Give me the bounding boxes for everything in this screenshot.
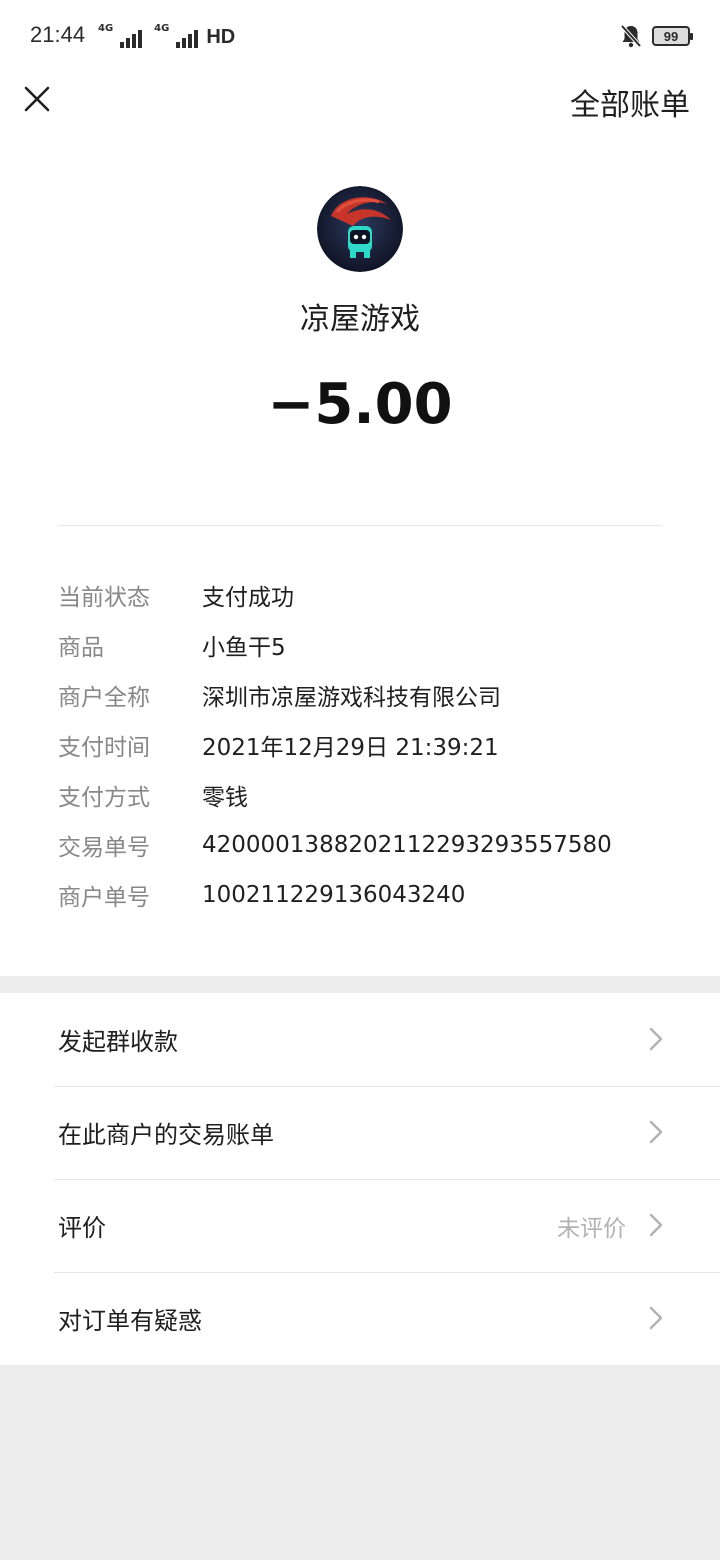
menu-item-review[interactable]: 评价 未评价 [0, 1179, 720, 1272]
detail-value[interactable]: 100211229136043240 [202, 882, 465, 908]
detail-row-transaction-id: 交易单号 4200001388202112293293557580 [58, 820, 678, 870]
menu-item-label: 对订单有疑惑 [58, 1307, 202, 1335]
detail-key: 商户单号 [58, 885, 150, 911]
hd-voice-indicator: HD [206, 26, 236, 48]
nav-bar: 全部账单 [0, 72, 720, 144]
menu-item-group-collect[interactable]: 发起群收款 [0, 993, 720, 1086]
detail-row-product: 商品 小鱼干5 [58, 620, 678, 670]
menu-item-label: 评价 [58, 1214, 106, 1242]
detail-value: 2021年12月29日 21:39:21 [202, 735, 499, 761]
chevron-right-icon [649, 1213, 663, 1237]
chevron-right-icon [649, 1306, 663, 1330]
detail-value: 零钱 [202, 785, 248, 811]
divider [58, 525, 662, 526]
battery-level: 99 [663, 28, 679, 44]
close-icon[interactable] [20, 82, 54, 116]
detail-value: 小鱼干5 [202, 635, 286, 661]
status-bar: 21:44 4G 4G HD 99 [0, 0, 720, 72]
battery-icon: 99 [652, 26, 693, 46]
transaction-amount: −5.00 [267, 372, 453, 437]
transaction-details: 当前状态 支付成功 商品 小鱼干5 商户全称 深圳市凉屋游戏科技有限公司 支付时… [58, 570, 678, 920]
detail-value: 深圳市凉屋游戏科技有限公司 [202, 685, 501, 711]
detail-value[interactable]: 4200001388202112293293557580 [202, 832, 612, 858]
transaction-card: 凉屋游戏 −5.00 当前状态 支付成功 商品 小鱼干5 商户全称 深圳市凉屋游… [0, 144, 720, 976]
network-type-1: 4G [98, 23, 114, 34]
detail-row-merchant-order-id: 商户单号 100211229136043240 [58, 870, 678, 920]
menu-item-merchant-bills[interactable]: 在此商户的交易账单 [0, 1086, 720, 1179]
chevron-right-icon [649, 1027, 663, 1051]
detail-key: 商户全称 [58, 685, 150, 711]
detail-value: 支付成功 [202, 585, 294, 611]
network-type-2: 4G [154, 23, 170, 34]
signal-bars-2-icon [176, 28, 199, 48]
detail-key: 交易单号 [58, 835, 150, 861]
menu-item-label: 发起群收款 [58, 1028, 178, 1056]
chevron-right-icon [649, 1120, 663, 1144]
all-bills-link[interactable]: 全部账单 [570, 80, 690, 124]
detail-row-status: 当前状态 支付成功 [58, 570, 678, 620]
bell-muted-icon [620, 24, 642, 48]
menu-item-label: 在此商户的交易账单 [58, 1121, 274, 1149]
status-time: 21:44 [30, 22, 86, 47]
detail-row-merchant-fullname: 商户全称 深圳市凉屋游戏科技有限公司 [58, 670, 678, 720]
detail-key: 支付方式 [58, 785, 150, 811]
detail-key: 当前状态 [58, 585, 150, 611]
action-menu: 发起群收款 在此商户的交易账单 评价 未评价 对订单有疑惑 [0, 993, 720, 1365]
status-right: 99 [620, 24, 693, 48]
review-status: 未评价 [557, 1216, 626, 1242]
detail-row-payment-method: 支付方式 零钱 [58, 770, 678, 820]
detail-row-payment-time: 支付时间 2021年12月29日 21:39:21 [58, 720, 678, 770]
signal-indicators: 4G 4G HD [98, 22, 235, 48]
signal-bars-1-icon [120, 28, 143, 48]
detail-key: 支付时间 [58, 735, 150, 761]
merchant-avatar [317, 186, 403, 272]
menu-item-order-question[interactable]: 对订单有疑惑 [0, 1272, 720, 1365]
merchant-name: 凉屋游戏 [300, 302, 420, 337]
detail-key: 商品 [58, 635, 104, 661]
